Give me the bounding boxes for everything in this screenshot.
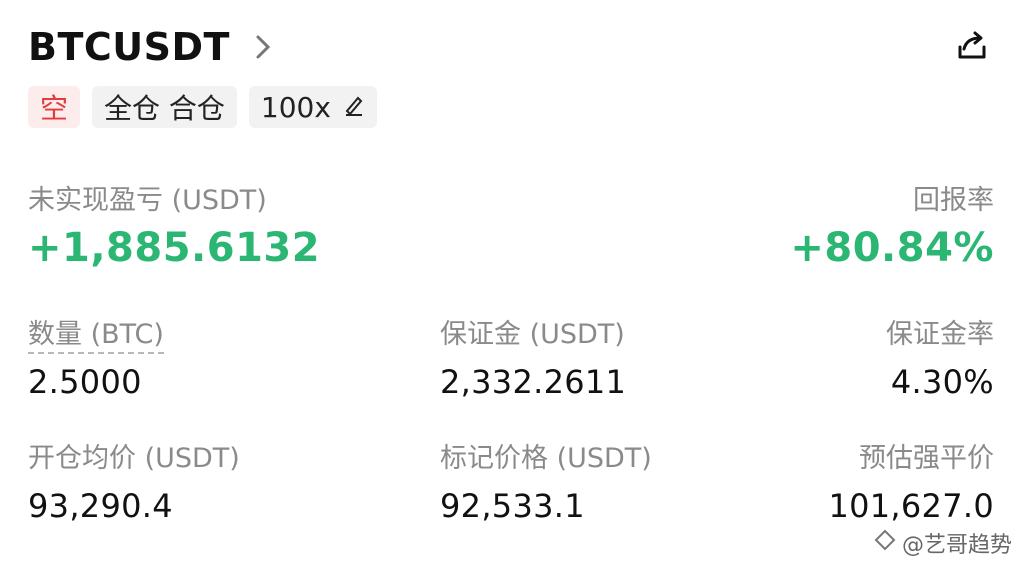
qty-label[interactable]: 数量 (BTC) (28, 319, 164, 354)
roe-label: 回报率 (913, 185, 994, 216)
stats-row-2: 开仓均价 (USDT) 93,290.4 标记价格 (USDT) 92,533.… (28, 436, 994, 525)
mark-price-label: 标记价格 (USDT) (440, 443, 652, 474)
qty-cell: 数量 (BTC) 2.5000 (28, 312, 350, 401)
liq-price-cell: 预估强平价 101,627.0 (672, 436, 994, 525)
margin-value: 2,332.2611 (440, 363, 627, 401)
margin-cell: 保证金 (USDT) 2,332.2611 (350, 312, 672, 401)
position-tags: 空 全仓 合仓 100x (28, 86, 994, 128)
unrealized-pnl-label: 未实现盈亏 (USDT) (28, 185, 267, 216)
liq-price-value: 101,627.0 (828, 487, 994, 525)
share-icon[interactable] (950, 25, 994, 69)
entry-price-label: 开仓均价 (USDT) (28, 443, 240, 474)
margin-rate-cell: 保证金率 4.30% (672, 312, 994, 401)
symbol-title-wrap[interactable]: BTCUSDT (28, 25, 280, 69)
margin-rate-label: 保证金率 (886, 319, 994, 350)
symbol-title[interactable]: BTCUSDT (28, 25, 230, 69)
leverage-value: 100x (260, 90, 331, 124)
pencil-icon[interactable] (343, 91, 365, 124)
watermark: @艺哥趋势 (874, 527, 1012, 559)
unrealized-pnl-value: +1,885.6132 (28, 225, 321, 271)
stats-row-1: 数量 (BTC) 2.5000 保证金 (USDT) 2,332.2611 保证… (28, 312, 994, 401)
margin-label: 保证金 (USDT) (440, 319, 625, 350)
leverage-badge[interactable]: 100x (248, 86, 377, 128)
roe-value: +80.84% (790, 225, 994, 271)
watermark-logo-icon (874, 529, 896, 557)
mark-price-cell: 标记价格 (USDT) 92,533.1 (350, 436, 672, 525)
qty-value: 2.5000 (28, 363, 142, 401)
header: BTCUSDT (28, 22, 994, 72)
direction-badge: 空 (28, 86, 81, 128)
margin-rate-value: 4.30% (890, 363, 994, 401)
margin-mode-badge[interactable]: 全仓 合仓 (92, 86, 237, 128)
mark-price-value: 92,533.1 (440, 487, 585, 525)
entry-price-value: 93,290.4 (28, 487, 173, 525)
entry-price-cell: 开仓均价 (USDT) 93,290.4 (28, 436, 350, 525)
chevron-right-icon[interactable] (246, 30, 280, 64)
pnl-section: 未实现盈亏 (USDT) +1,885.6132 回报率 +80.84% (28, 178, 994, 271)
watermark-text: @艺哥趋势 (901, 533, 1012, 558)
liq-price-label: 预估强平价 (859, 443, 994, 474)
